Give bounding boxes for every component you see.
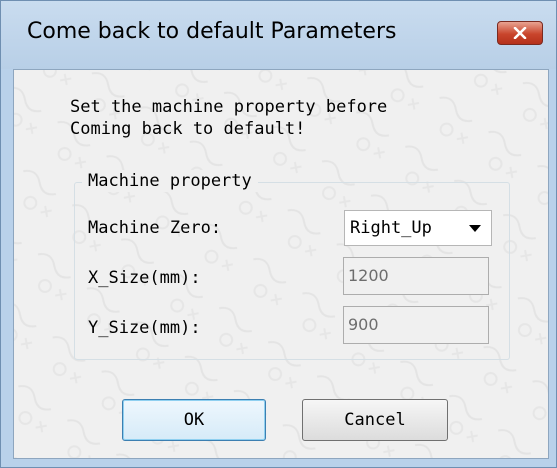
- x-size-value: 1200: [348, 266, 389, 285]
- machine-zero-select[interactable]: Right_Up: [344, 210, 492, 246]
- ok-button-label: OK: [183, 410, 205, 430]
- dialog-window: Come back to default Parameters Set the …: [0, 0, 557, 468]
- dialog-title: Come back to default Parameters: [27, 19, 397, 44]
- x-size-label: X_Size(mm):: [88, 268, 201, 288]
- message-line-2: Coming back to default!: [70, 119, 306, 139]
- machine-zero-selected-value: Right_Up: [350, 218, 432, 238]
- cancel-button[interactable]: Cancel: [302, 399, 448, 441]
- x-size-field: 1200: [343, 257, 489, 295]
- machine-property-group-title: Machine property: [82, 170, 258, 192]
- machine-zero-label: Machine Zero:: [88, 218, 222, 238]
- y-size-label: Y_Size(mm):: [88, 318, 201, 338]
- message-line-1: Set the machine property before: [70, 97, 388, 117]
- title-bar[interactable]: Come back to default Parameters: [1, 1, 556, 69]
- close-x-icon: [513, 27, 527, 39]
- instruction-message: Set the machine property before Coming b…: [70, 96, 387, 140]
- y-size-value: 900: [348, 315, 379, 334]
- dialog-body: Set the machine property before Coming b…: [13, 69, 549, 459]
- ok-button[interactable]: OK: [122, 399, 266, 441]
- close-button[interactable]: [497, 21, 543, 45]
- cancel-button-label: Cancel: [344, 410, 406, 430]
- y-size-field: 900: [343, 306, 489, 344]
- chevron-down-icon[interactable]: [469, 225, 481, 232]
